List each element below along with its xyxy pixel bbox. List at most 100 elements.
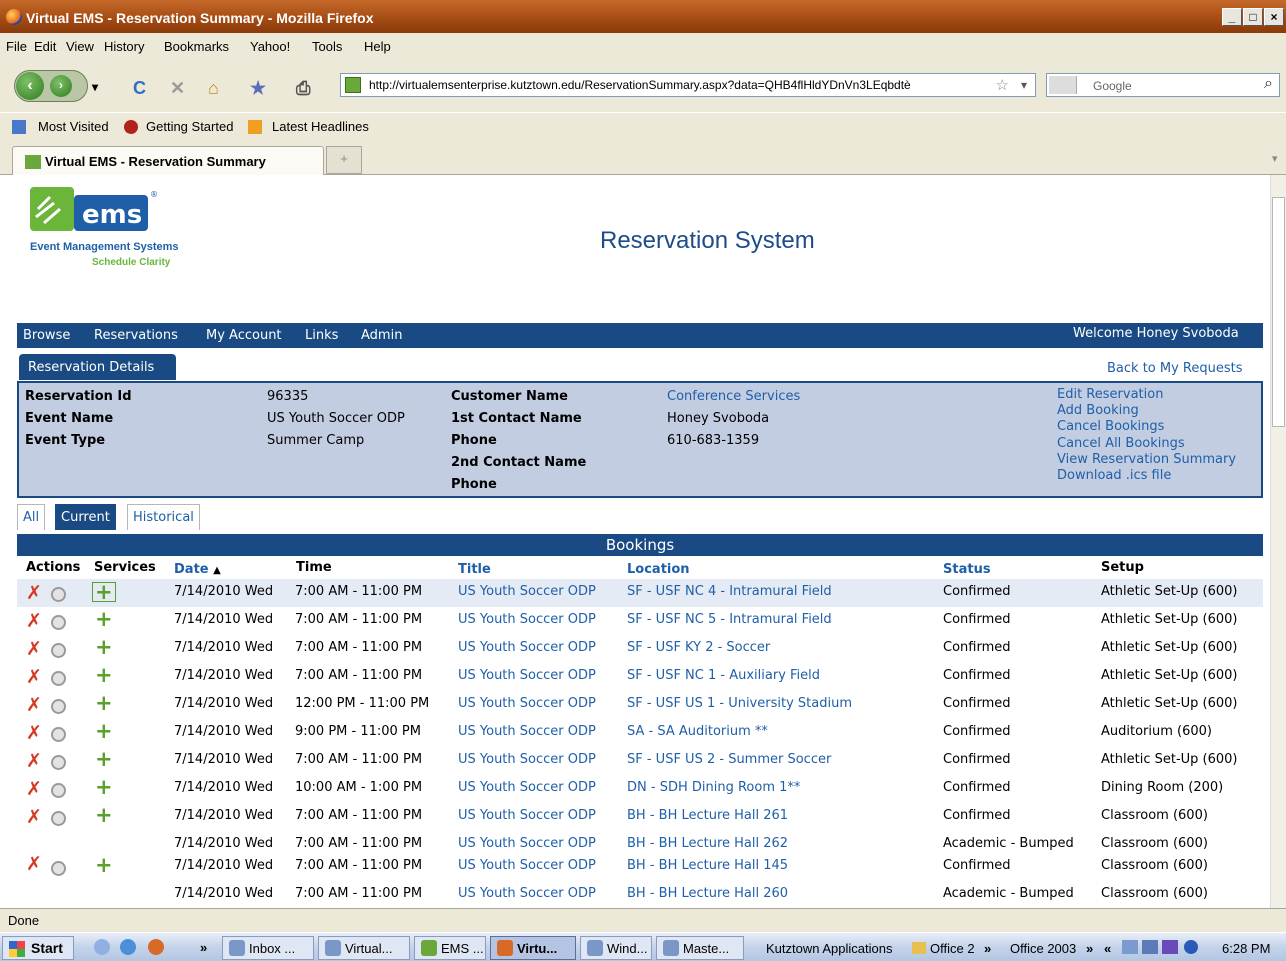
tab-virtual-ems[interactable]: Virtual EMS - Reservation Summary — [12, 146, 324, 176]
cell-title-link[interactable]: US Youth Soccer ODP — [458, 612, 596, 627]
cell-location-link[interactable]: SF - USF US 2 - Summer Soccer — [627, 752, 831, 767]
edit-booking-icon[interactable] — [51, 811, 66, 826]
search-icon[interactable]: ⌕ — [1264, 75, 1273, 93]
cell-location-link[interactable]: BH - BH Lecture Hall 261 — [627, 808, 788, 823]
history-dropdown-icon[interactable]: ▾ — [92, 80, 98, 94]
edit-booking-icon[interactable] — [51, 643, 66, 658]
add-service-icon[interactable]: + — [95, 803, 113, 827]
back-button[interactable]: ‹ — [16, 72, 44, 100]
edit-booking-icon[interactable] — [51, 587, 66, 602]
bookmark-getting-started[interactable]: Getting Started — [146, 119, 233, 134]
add-service-icon[interactable]: + — [95, 691, 113, 715]
toolbar-kutztown-apps[interactable]: Kutztown Applications — [766, 941, 892, 956]
nav-admin[interactable]: Admin — [361, 328, 402, 343]
add-service-icon[interactable]: + — [95, 663, 113, 687]
cell-location-link[interactable]: SF - USF US 1 - University Stadium — [627, 696, 852, 711]
url-star-icon[interactable]: ☆ — [992, 76, 1009, 94]
stop-icon[interactable]: ✕ — [170, 78, 185, 99]
edit-booking-icon[interactable] — [51, 783, 66, 798]
cell-title-link[interactable]: US Youth Soccer ODP — [458, 858, 596, 873]
tab-overflow-icon[interactable]: ▾ — [1272, 152, 1278, 165]
search-tray-icon[interactable] — [1142, 940, 1158, 954]
menu-help[interactable]: Help — [364, 39, 391, 54]
minimize-button[interactable]: _ — [1222, 8, 1242, 26]
cell-location-link[interactable]: SA - SA Auditorium ** — [627, 724, 768, 739]
add-service-icon[interactable]: + — [95, 747, 113, 771]
maximize-button[interactable]: □ — [1243, 8, 1263, 26]
add-service-icon[interactable]: + — [95, 775, 113, 799]
nav-browse[interactable]: Browse — [23, 328, 70, 343]
task-master[interactable]: Maste... — [656, 936, 744, 960]
back-to-requests-link[interactable]: Back to My Requests — [1107, 361, 1243, 376]
add-booking-link[interactable]: Add Booking — [1057, 403, 1139, 418]
cell-location-link[interactable]: SF - USF NC 1 - Auxiliary Field — [627, 668, 820, 683]
quicklaunch-outlook-icon[interactable] — [120, 939, 136, 955]
cancel-bookings-link[interactable]: Cancel Bookings — [1057, 419, 1164, 434]
cell-location-link[interactable]: BH - BH Lecture Hall 260 — [627, 886, 788, 901]
toolbar-office2[interactable]: Office 2 — [930, 941, 975, 956]
search-box[interactable]: Google ⌕ — [1046, 73, 1280, 97]
cell-location-link[interactable]: SF - USF NC 5 - Intramural Field — [627, 612, 832, 627]
col-location[interactable]: Location — [627, 562, 690, 577]
cell-title-link[interactable]: US Youth Soccer ODP — [458, 640, 596, 655]
cell-title-link[interactable]: US Youth Soccer ODP — [458, 836, 596, 851]
task-virtual[interactable]: Virtual... — [318, 936, 410, 960]
nav-reservations[interactable]: Reservations — [94, 328, 178, 343]
url-bar[interactable]: http://virtualemsenterprise.kutztown.edu… — [340, 73, 1036, 97]
tab-historical[interactable]: Historical — [127, 504, 200, 530]
quicklaunch-ie-icon[interactable] — [94, 939, 110, 955]
menu-bookmarks[interactable]: Bookmarks — [164, 39, 229, 54]
menu-yahoo[interactable]: Yahoo! — [250, 39, 290, 54]
nav-links[interactable]: Links — [305, 328, 338, 343]
cell-location-link[interactable]: SF - USF KY 2 - Soccer — [627, 640, 770, 655]
toolbar-more-icon[interactable]: » — [984, 941, 991, 956]
edit-booking-icon[interactable] — [51, 755, 66, 770]
cancel-booking-icon[interactable]: ✗ — [26, 750, 42, 772]
col-date[interactable]: Date ▲ — [174, 562, 221, 577]
edit-booking-icon[interactable] — [51, 727, 66, 742]
cancel-booking-icon[interactable]: ✗ — [26, 610, 42, 632]
cell-title-link[interactable]: US Youth Soccer ODP — [458, 696, 596, 711]
add-service-icon[interactable]: + — [95, 853, 113, 877]
forward-button[interactable]: › — [50, 75, 72, 97]
reload-icon[interactable]: C — [133, 78, 146, 99]
vertical-scrollbar[interactable] — [1270, 175, 1286, 908]
quicklaunch-firefox-icon[interactable] — [148, 939, 164, 955]
cancel-booking-icon[interactable]: ✗ — [26, 666, 42, 688]
cancel-booking-icon[interactable]: ✗ — [26, 694, 42, 716]
edit-booking-icon[interactable] — [51, 699, 66, 714]
nav-my-account[interactable]: My Account — [206, 328, 282, 343]
col-status[interactable]: Status — [943, 562, 991, 577]
cancel-all-bookings-link[interactable]: Cancel All Bookings — [1057, 436, 1185, 451]
cell-title-link[interactable]: US Youth Soccer ODP — [458, 780, 596, 795]
toolbar-office2003[interactable]: Office 2003 — [1010, 941, 1076, 956]
task-firefox-active[interactable]: Virtu... — [490, 936, 576, 960]
task-windows[interactable]: Wind... — [580, 936, 652, 960]
menu-tools[interactable]: Tools — [312, 39, 342, 54]
tray-app-icon[interactable] — [1162, 940, 1178, 954]
cell-location-link[interactable]: BH - BH Lecture Hall 262 — [627, 836, 788, 851]
menu-file[interactable]: File — [6, 39, 27, 54]
add-service-icon[interactable]: + — [95, 607, 113, 631]
menu-history[interactable]: History — [104, 39, 144, 54]
cancel-booking-icon[interactable]: ✗ — [26, 722, 42, 744]
tab-all[interactable]: All — [17, 504, 46, 530]
col-title[interactable]: Title — [458, 562, 491, 577]
cancel-booking-icon[interactable]: ✗ — [26, 582, 42, 604]
quicklaunch-more-icon[interactable]: » — [200, 940, 207, 955]
close-button[interactable]: × — [1264, 8, 1284, 26]
menu-view[interactable]: View — [66, 39, 94, 54]
tab-reservation-details[interactable]: Reservation Details — [19, 354, 176, 380]
cell-title-link[interactable]: US Youth Soccer ODP — [458, 886, 596, 901]
cell-title-link[interactable]: US Youth Soccer ODP — [458, 808, 596, 823]
edit-reservation-link[interactable]: Edit Reservation — [1057, 387, 1163, 402]
add-service-icon[interactable]: + — [92, 582, 116, 603]
search-engine-icon[interactable] — [1049, 76, 1077, 94]
edit-booking-icon[interactable] — [51, 615, 66, 630]
bookmark-most-visited[interactable]: Most Visited — [38, 119, 109, 134]
tray-expand-icon[interactable]: « — [1104, 941, 1111, 956]
view-reservation-summary-link[interactable]: View Reservation Summary — [1057, 452, 1236, 467]
cell-title-link[interactable]: US Youth Soccer ODP — [458, 724, 596, 739]
cell-title-link[interactable]: US Youth Soccer ODP — [458, 752, 596, 767]
bookmark-star-icon[interactable]: ★ — [250, 78, 266, 99]
